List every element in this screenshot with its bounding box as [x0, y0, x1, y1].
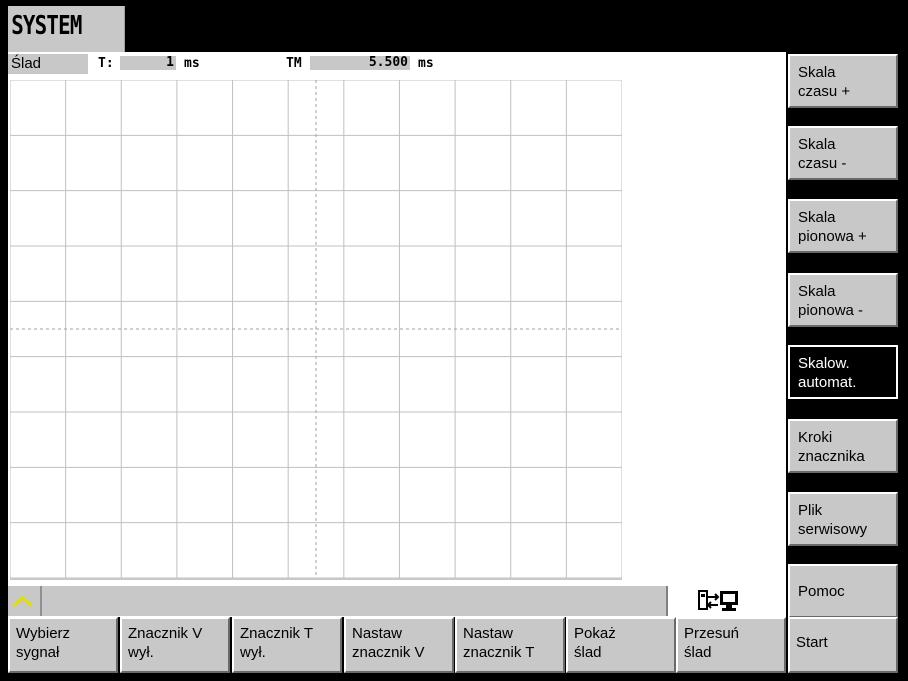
status-strip: [8, 584, 786, 616]
softkey-help[interactable]: Pomoc: [788, 564, 898, 618]
header-bar: [154, 6, 898, 52]
tm-value-field: 5.500: [310, 56, 410, 70]
softkey-service-file[interactable]: Plik serwisowy: [788, 492, 898, 546]
trace-grid[interactable]: [10, 80, 622, 580]
softkey-marker-v-off[interactable]: Znacznik V wył.: [120, 617, 230, 673]
softkey-select-signal[interactable]: Wybierz sygnał: [8, 617, 118, 673]
trace-info-row: Ślad T: 1 ms TM 5.500 ms: [8, 52, 786, 76]
softkey-time-scale-plus[interactable]: Skala czasu +: [788, 54, 898, 108]
up-arrow-icon: [13, 595, 33, 608]
status-icon-box: [666, 586, 786, 616]
softkey-vertical-scale-plus[interactable]: Skala pionowa +: [788, 199, 898, 253]
trace-panel: Ślad T: 1 ms TM 5.500 ms: [8, 52, 786, 617]
recall-button[interactable]: [8, 586, 42, 616]
trace-label: Ślad: [8, 54, 88, 74]
t-unit: ms: [184, 56, 200, 71]
network-status-icon: [698, 590, 738, 611]
tm-unit: ms: [418, 56, 434, 71]
softkey-set-marker-v[interactable]: Nastaw znacznik V: [344, 617, 454, 673]
tm-label: TM: [286, 56, 302, 71]
softkey-start[interactable]: Start: [788, 617, 898, 673]
screen-frame: SYSTEM Ślad T: 1 ms TM 5.500 ms Skala cz…: [0, 0, 908, 681]
trace-grid-lines: [10, 80, 622, 578]
t-value-field: 1: [120, 56, 176, 70]
t-label: T:: [98, 56, 114, 71]
softkey-set-marker-t[interactable]: Nastaw znacznik T: [455, 617, 565, 673]
page-title: SYSTEM: [8, 6, 125, 52]
softkey-marker-t-off[interactable]: Znacznik T wył.: [232, 617, 342, 673]
softkey-show-trace[interactable]: Pokaż ślad: [566, 617, 676, 673]
softkey-marker-steps[interactable]: Kroki znacznika: [788, 419, 898, 473]
softkey-shift-trace[interactable]: Przesuń ślad: [676, 617, 786, 673]
softkey-auto-scale[interactable]: Skalow. automat.: [788, 345, 898, 399]
softkey-time-scale-minus[interactable]: Skala czasu -: [788, 126, 898, 180]
softkey-vertical-scale-minus[interactable]: Skala pionowa -: [788, 273, 898, 327]
